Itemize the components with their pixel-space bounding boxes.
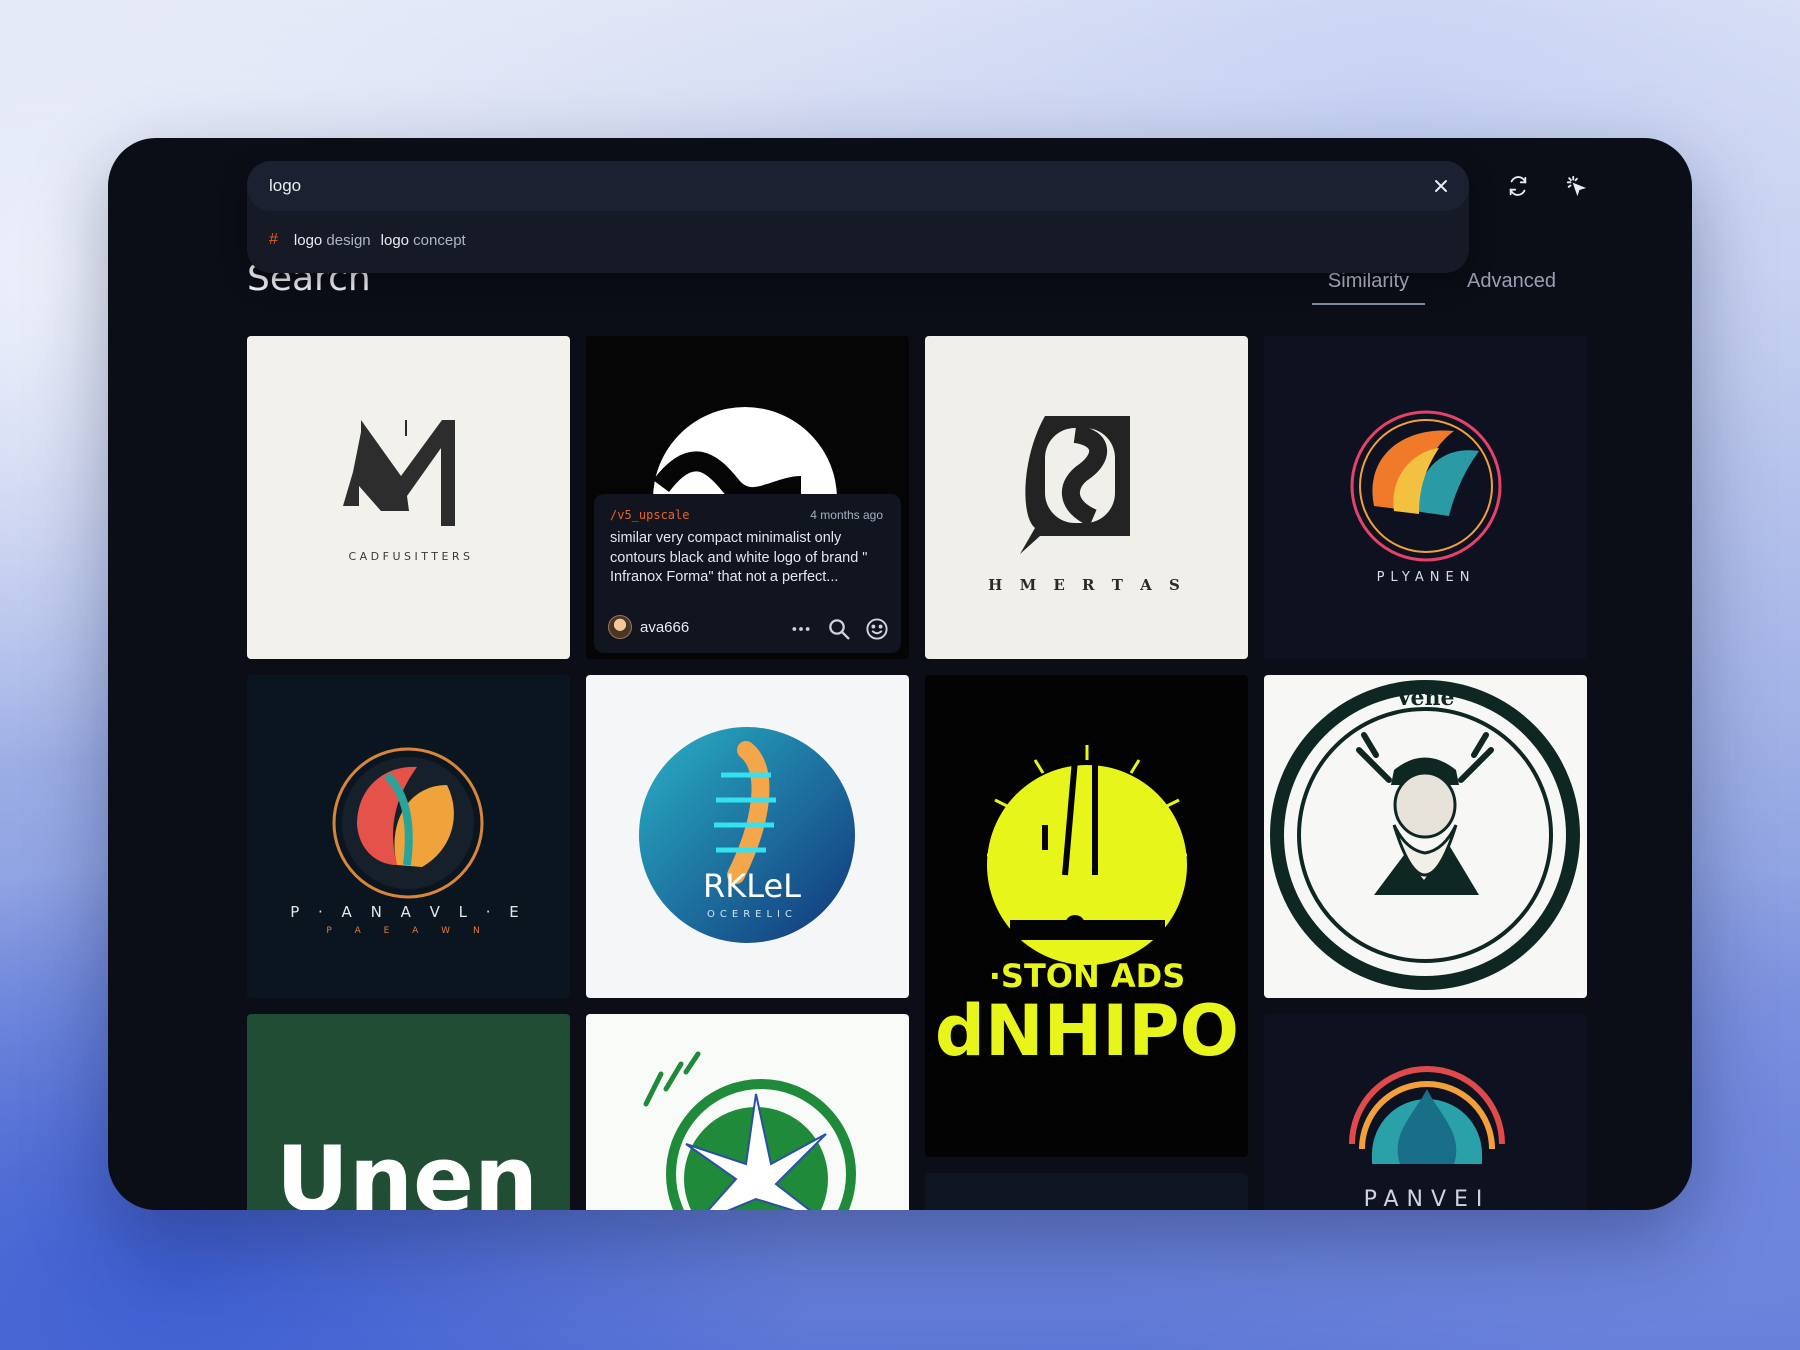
result-tile[interactable]: ·STON ADS dNHIPO — [925, 675, 1248, 1157]
prompt-text: similar very compact minimalist only con… — [610, 530, 868, 585]
hashtag-icon: # — [269, 231, 278, 248]
result-tile[interactable]: Vene — [1264, 675, 1587, 998]
avatar — [608, 615, 632, 639]
user-link[interactable]: ava666 — [608, 615, 689, 639]
search-input[interactable] — [247, 161, 1469, 211]
timestamp: 4 months ago — [810, 508, 883, 522]
result-tile-hovered[interactable]: /v5_upscale 4 months ago similar very co… — [586, 336, 909, 659]
suggestion-logo-concept[interactable]: logo concept — [381, 232, 466, 249]
refresh-icon[interactable] — [1500, 168, 1536, 204]
result-tile[interactable]: P · A N A V L · E P A E A W N — [247, 675, 570, 998]
tile-logo-text: PANVEI — [1364, 1187, 1491, 1210]
tile-logo-subtext: dNHIPO — [935, 990, 1239, 1072]
result-tile[interactable]: RKLeL OCERELIC — [586, 675, 909, 998]
tile-logo-text: PLYANEN — [1377, 570, 1476, 585]
username: ava666 — [640, 618, 690, 636]
tile-logo-subtext: OCERELIC — [707, 909, 797, 920]
tab-advanced[interactable]: Advanced — [1451, 266, 1572, 305]
close-icon[interactable] — [1425, 170, 1457, 202]
result-tile[interactable]: H M E R T A S — [925, 336, 1248, 659]
result-tile[interactable]: PANVEI — [1264, 1014, 1587, 1210]
tile-logo-text: H M E R T A S — [988, 576, 1186, 594]
result-tile[interactable] — [925, 1173, 1248, 1210]
app-window: Search Similarity Advanced # logo design… — [108, 138, 1692, 1210]
card-actions — [789, 617, 889, 641]
result-tile[interactable]: CADFUSITTERS — [247, 336, 570, 659]
suggestion-logo-design[interactable]: logo design — [294, 232, 371, 249]
result-tile[interactable]: PLYANEN — [1264, 336, 1587, 659]
cursor-click-icon[interactable] — [1558, 168, 1594, 204]
tile-logo-text: Vene — [1394, 685, 1454, 711]
command-label: /v5_upscale — [610, 508, 690, 522]
search-icon[interactable] — [827, 617, 851, 641]
search-dropdown: # logo design logo concept — [247, 161, 1469, 273]
suggestion-list: # logo design logo concept — [269, 231, 466, 249]
tile-logo-text: Unen — [276, 1127, 538, 1210]
tile-logo-text: P · A N A V L · E — [290, 903, 526, 921]
smiley-icon[interactable] — [865, 617, 889, 641]
hover-card: /v5_upscale 4 months ago similar very co… — [594, 494, 901, 653]
tile-logo-text: RKLeL — [703, 867, 801, 905]
results-grid: CADFUSITTERS /v5_upscale 4 months ago si… — [247, 336, 1603, 1210]
tile-logo-subtext: P A E A W N — [326, 926, 489, 936]
result-tile[interactable]: Unen — [247, 1014, 570, 1210]
result-tile[interactable] — [586, 1014, 909, 1210]
more-icon[interactable] — [789, 617, 813, 641]
tile-logo-text: CADFUSITTERS — [348, 550, 473, 563]
